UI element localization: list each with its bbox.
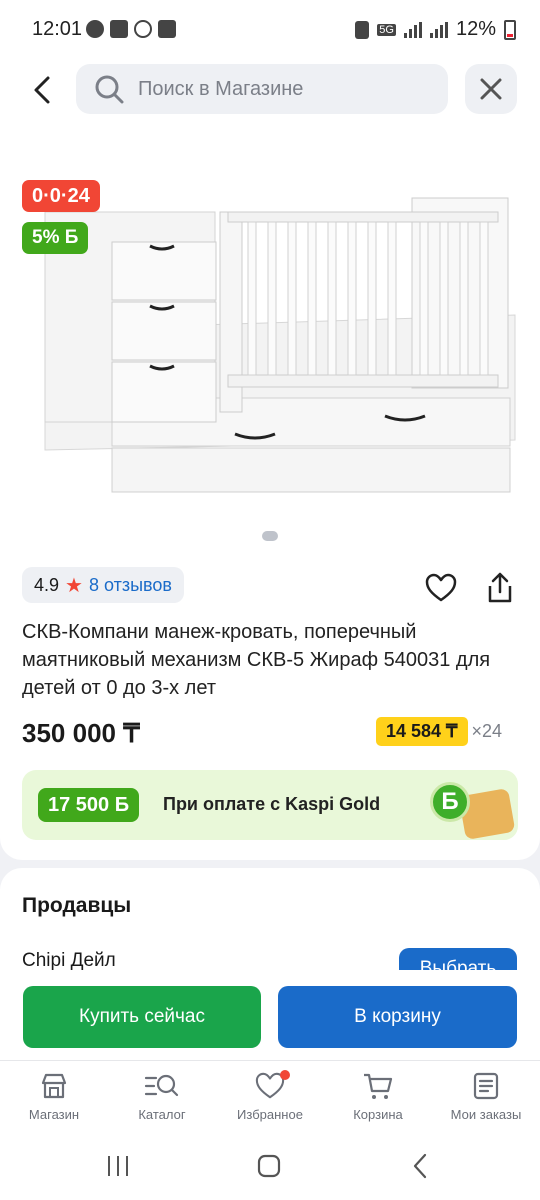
close-icon: [480, 78, 502, 100]
nav-favorites[interactable]: Избранное: [216, 1070, 324, 1122]
favorite-button[interactable]: [425, 573, 457, 608]
notification-dot: [280, 1070, 290, 1080]
kaspi-gold-banner[interactable]: 17 500 Б При оплате с Kaspi Gold Б: [22, 770, 518, 841]
recents-icon[interactable]: [106, 1154, 130, 1178]
action-bar: Купить сейчас В корзину: [0, 970, 540, 1060]
alert-icon: [110, 20, 128, 38]
status-right: 5G 12%: [355, 18, 516, 41]
close-button[interactable]: [465, 64, 517, 114]
nav-label: Корзина: [353, 1107, 403, 1122]
store-icon: [41, 1073, 67, 1099]
nav-catalog[interactable]: Каталог: [108, 1071, 216, 1122]
signal-icon-2: [429, 21, 448, 38]
nav-label: Магазин: [28, 1107, 80, 1122]
nav-label: Избранное: [237, 1107, 303, 1122]
carousel-indicator: [262, 531, 278, 541]
installment-amount: 14 584 ₸: [376, 717, 468, 746]
product-price: 350 000 ₸: [22, 718, 140, 748]
bottom-navigation: Магазин Каталог Избранное Корзина Мои за…: [0, 1060, 540, 1136]
back-nav-icon[interactable]: [410, 1153, 430, 1179]
catalog-icon: [144, 1074, 179, 1097]
buy-now-button[interactable]: Купить сейчас: [23, 986, 261, 1048]
status-time: 12:01: [32, 18, 83, 40]
arrow-left-icon: [34, 76, 50, 104]
product-title: СКВ-Компани манеж-кровать, поперечный ма…: [22, 621, 491, 699]
installment-months: ×24: [471, 721, 503, 741]
lock-icon: [355, 20, 370, 39]
nav-cart[interactable]: Корзина: [324, 1071, 432, 1122]
orders-icon: [473, 1072, 499, 1100]
discount-badge: 5% Б: [22, 222, 89, 254]
search-input[interactable]: Поиск в Магазине: [76, 64, 448, 114]
search-placeholder: Поиск в Магазине: [138, 77, 304, 100]
nav-store[interactable]: Магазин: [0, 1071, 108, 1122]
cart-icon: [364, 1073, 393, 1099]
signal-icon: [403, 21, 422, 38]
battery-icon: [504, 19, 516, 40]
add-to-cart-button[interactable]: В корзину: [278, 986, 517, 1048]
rating-chip[interactable]: 4.9 ★ 8 отзывов: [22, 567, 184, 603]
nav-orders[interactable]: Мои заказы: [432, 1071, 540, 1122]
share-button[interactable]: [484, 571, 516, 610]
network-label: 5G: [377, 23, 396, 36]
share-icon: [488, 572, 512, 603]
heart-icon: [425, 573, 457, 602]
bonus-badge: 17 500 Б: [38, 788, 140, 822]
timer-badge: 0·0·24: [22, 180, 100, 212]
home-icon[interactable]: [256, 1153, 282, 1179]
product-card: 0·0·24 5% Б 4.9 ★ 8 отзывов СКВ-Компани …: [0, 122, 540, 860]
rating-value: 4.9: [34, 574, 60, 595]
bonus-coin-icon: Б: [430, 782, 470, 822]
status-notification-icons: [86, 20, 176, 38]
nav-label: Мои заказы: [450, 1107, 522, 1122]
installment-info[interactable]: 14 584 ₸ ×24: [376, 717, 502, 746]
status-bar: 12:01 5G 12%: [0, 0, 540, 60]
back-button[interactable]: [24, 70, 60, 110]
kaspi-gold-text: При оплате с Kaspi Gold: [163, 794, 381, 814]
top-bar: Поиск в Магазине: [0, 60, 540, 122]
sellers-heading: Продавцы: [22, 894, 132, 917]
seller-name[interactable]: Chipi Дейл: [22, 950, 116, 972]
battery-percent: 12%: [455, 18, 496, 40]
system-navigation: [0, 1136, 540, 1200]
check-icon: [158, 20, 176, 38]
globe-icon: [86, 20, 104, 38]
nav-label: Каталог: [138, 1107, 186, 1122]
app-icon: [134, 20, 152, 38]
star-icon: ★: [65, 574, 83, 597]
search-icon: [95, 75, 124, 104]
reviews-link[interactable]: 8 отзывов: [89, 575, 172, 596]
